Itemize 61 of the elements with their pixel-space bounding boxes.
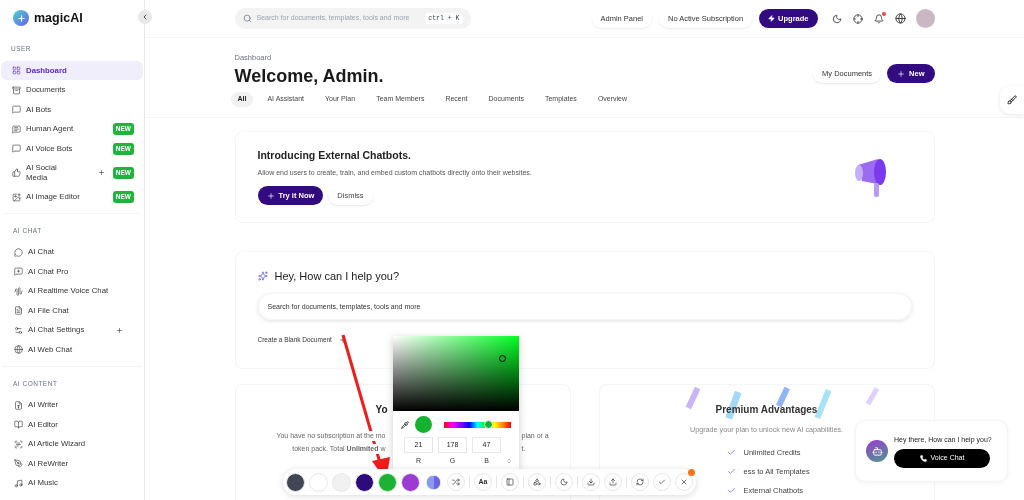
logo-icon	[13, 10, 29, 26]
premium-title: Premium Advantages	[715, 402, 818, 417]
close-icon	[680, 478, 688, 486]
book-icon	[14, 420, 23, 429]
assistant-title: Hey, How can I help you?	[274, 268, 400, 284]
bolt-icon	[768, 15, 776, 22]
chat-icon	[12, 124, 21, 134]
color-swatch[interactable]	[401, 472, 420, 492]
subscription-title: Yo	[374, 402, 389, 417]
bell-icon[interactable]	[873, 13, 884, 24]
pen-icon	[14, 459, 23, 468]
chevron-left-icon	[141, 13, 149, 21]
chat-icon	[14, 267, 23, 277]
plus-icon	[266, 191, 275, 200]
color-swatch[interactable]	[378, 472, 397, 492]
chat-icon	[12, 144, 21, 153]
picker-handle[interactable]	[499, 355, 506, 362]
search-icon	[242, 14, 252, 23]
music-icon	[14, 478, 23, 488]
chat-icon	[12, 105, 21, 114]
page-title: Welcome, Admin.	[234, 65, 385, 88]
check-icon	[658, 478, 666, 486]
download-icon	[587, 478, 595, 486]
image-icon	[12, 192, 21, 202]
upload-icon	[609, 478, 617, 486]
panel-icon	[506, 478, 514, 486]
chat-icon	[14, 247, 23, 257]
saturation-area[interactable]	[393, 336, 519, 411]
shuffle-icon	[452, 478, 460, 486]
globe-icon[interactable]	[894, 13, 906, 24]
bot-avatar	[866, 440, 888, 462]
color-swatch[interactable]	[309, 472, 328, 492]
scan-icon	[14, 439, 23, 449]
waveform-icon	[14, 286, 23, 296]
hue-slider[interactable]	[444, 421, 511, 428]
archive-icon	[12, 85, 21, 95]
crosshair-icon[interactable]	[852, 13, 863, 24]
logo-text: magicAI	[34, 9, 83, 27]
color-swatch[interactable]	[332, 472, 351, 492]
brush-icon	[1007, 95, 1017, 105]
eyedropper-icon[interactable]	[401, 420, 409, 429]
moon-icon[interactable]	[831, 13, 842, 24]
refresh-icon	[636, 478, 644, 486]
brush-button[interactable]	[1000, 86, 1024, 114]
color-swatch[interactable]	[286, 472, 305, 492]
document-icon	[14, 400, 23, 410]
thumbs-up-icon	[12, 168, 21, 178]
color-swatch[interactable]	[355, 472, 374, 492]
settings-icon	[14, 325, 23, 335]
announcement-title: Introducing External Chatbots.	[257, 148, 412, 164]
plus-icon	[897, 69, 906, 78]
file-icon	[14, 306, 23, 316]
phone-icon	[919, 454, 927, 462]
hue-thumb[interactable]	[484, 419, 494, 429]
shapes-icon	[533, 478, 541, 486]
sparkle-icon	[257, 271, 268, 281]
moon-icon	[560, 478, 568, 486]
color-swatch[interactable]	[425, 474, 442, 490]
globe-icon	[14, 345, 23, 355]
grid-icon	[12, 66, 21, 75]
plus-icon[interactable]	[338, 336, 347, 345]
